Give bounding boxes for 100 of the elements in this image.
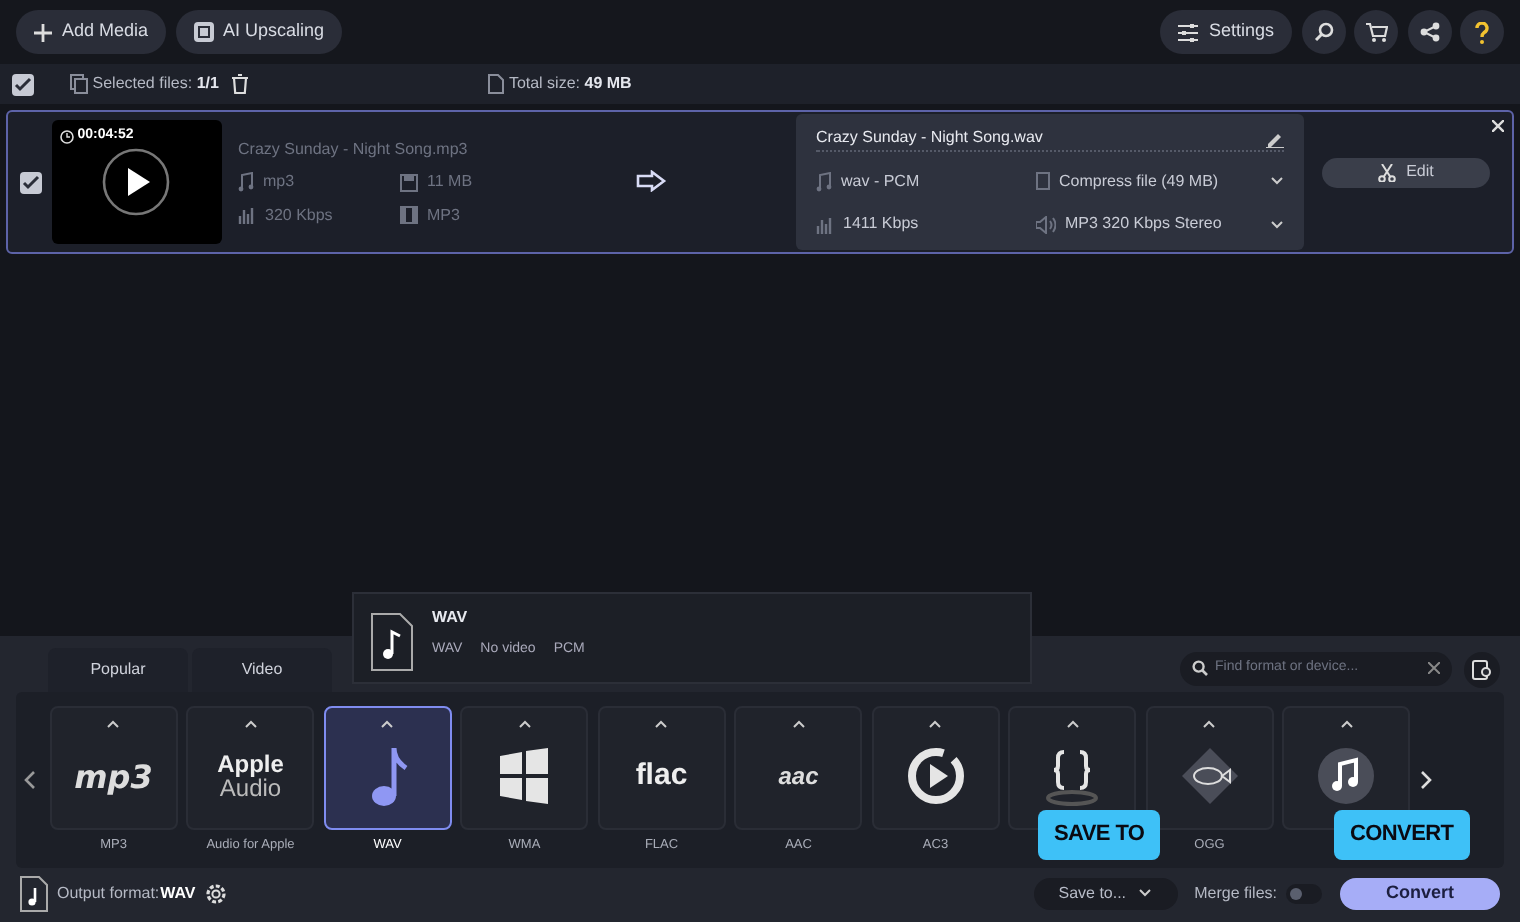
film-icon xyxy=(400,206,418,224)
format-tile[interactable] xyxy=(871,705,1000,830)
caret-up-icon xyxy=(654,720,669,729)
file-icon xyxy=(1036,172,1050,191)
chevron-icon xyxy=(1270,176,1284,187)
compress-dropdown[interactable]: Compress file (49 MB) xyxy=(1036,168,1284,195)
question-icon xyxy=(1474,21,1490,43)
caret-up-icon xyxy=(243,720,258,729)
source-file-name: Crazy Sunday - Night Song.mp3 xyxy=(238,137,470,161)
audio-file-icon xyxy=(370,612,414,672)
codec-text: MP3 xyxy=(427,203,460,227)
settings-button[interactable] xyxy=(204,881,229,906)
plus-icon xyxy=(34,23,52,41)
caret-up-icon xyxy=(1339,720,1354,729)
braces-icon xyxy=(1046,746,1099,807)
close-icon xyxy=(1492,120,1504,132)
convert-button[interactable]: Convert xyxy=(1340,877,1500,910)
logo-text: aac xyxy=(778,760,819,795)
format-tile[interactable] xyxy=(460,705,589,830)
bars-icon xyxy=(816,215,834,234)
add-media-button[interactable]: Add Media xyxy=(16,10,167,54)
gear-icon xyxy=(204,881,229,906)
play-button[interactable] xyxy=(102,148,170,216)
format-tile[interactable] xyxy=(1145,705,1274,830)
delete-button[interactable] xyxy=(232,74,249,94)
clear-icon xyxy=(1427,661,1439,674)
size-text: 11 MB xyxy=(427,170,473,194)
fish-icon xyxy=(1179,746,1240,807)
rename-button[interactable] xyxy=(1266,129,1284,147)
output-bitrate-text: 1411 Kbps xyxy=(843,212,919,237)
sliders-icon xyxy=(1178,23,1199,41)
selected-files-count: 1/1 xyxy=(196,72,219,96)
format-tile[interactable]: mp3 xyxy=(49,705,178,830)
settings-button[interactable]: Settings xyxy=(1160,10,1292,54)
next-button[interactable] xyxy=(1419,769,1432,790)
scissors-icon xyxy=(1378,163,1397,181)
edit-button[interactable]: Edit xyxy=(1322,157,1490,187)
check-icon xyxy=(12,73,34,95)
merge-files-label: Merge files: xyxy=(1194,881,1277,906)
caret-up-icon xyxy=(1065,720,1080,729)
search-button[interactable] xyxy=(1301,10,1345,54)
search-icon xyxy=(1313,22,1333,42)
speaker-icon xyxy=(1036,215,1056,234)
play-circle-icon xyxy=(102,148,170,216)
format-tile[interactable]: flac xyxy=(597,705,726,830)
device-icon xyxy=(1472,659,1492,680)
close-button[interactable] xyxy=(1492,120,1504,132)
logo-text: flac xyxy=(635,756,688,797)
music-note-icon xyxy=(367,744,408,809)
caret-up-icon xyxy=(928,720,943,729)
output-format-label: Output format: xyxy=(57,881,160,906)
floppy-icon xyxy=(400,173,418,191)
format-text: mp3 xyxy=(263,170,295,194)
output-format-value: WAV xyxy=(160,881,196,906)
pencil-icon xyxy=(1266,129,1284,147)
format-tile[interactable]: aac xyxy=(734,705,863,830)
share-button[interactable] xyxy=(1407,10,1451,54)
note-icon xyxy=(238,172,254,192)
select-all-checkbox[interactable] xyxy=(12,73,34,95)
check-icon xyxy=(20,171,42,193)
output-format-text: wav - PCM xyxy=(841,169,920,194)
merge-toggle[interactable] xyxy=(1286,883,1322,904)
hint-tooltip: CONVERT xyxy=(1334,810,1470,859)
file-checkbox[interactable] xyxy=(20,171,42,193)
device-button[interactable] xyxy=(1464,651,1500,688)
output-file-name: Crazy Sunday - Night Song.wav xyxy=(816,126,1043,150)
caret-up-icon xyxy=(106,720,121,729)
ai-upscaling-button[interactable]: AI Upscaling xyxy=(175,10,343,54)
cart-button[interactable] xyxy=(1354,10,1398,54)
chevron-icon xyxy=(1138,888,1153,899)
caret-up-icon xyxy=(791,720,806,729)
chip-icon xyxy=(193,22,214,42)
previous-button[interactable] xyxy=(24,769,36,790)
caret-up-icon xyxy=(1202,720,1217,729)
share-icon xyxy=(1419,22,1439,42)
format-tile[interactable]: Apple Audio xyxy=(186,705,315,830)
files-icon xyxy=(70,74,88,94)
format-tile[interactable] xyxy=(323,705,452,830)
total-size-value: 49 MB xyxy=(584,72,632,96)
category-tab[interactable]: Video xyxy=(192,647,332,692)
save-to-dropdown[interactable]: Save to... xyxy=(1033,877,1178,910)
play-ring-icon xyxy=(905,746,966,807)
total-size-label: Total size: xyxy=(508,72,581,96)
window-flag-icon xyxy=(496,748,553,805)
chevron-icon xyxy=(1270,219,1284,230)
hint-tooltip: SAVE TO xyxy=(1038,810,1161,859)
bitrate-text: 320 Kbps xyxy=(265,203,333,227)
note-icon xyxy=(816,171,832,192)
help-button[interactable] xyxy=(1460,10,1504,54)
caret-up-icon xyxy=(517,720,532,729)
category-tab[interactable]: Popular xyxy=(48,647,188,692)
format-title: WAV xyxy=(432,606,470,630)
audio-dropdown[interactable]: MP3 320 Kbps Stereo xyxy=(1036,211,1284,238)
audio-file-icon xyxy=(20,875,48,912)
trash-icon xyxy=(232,74,249,94)
music-circle-icon xyxy=(1318,748,1375,805)
chevron-left-icon xyxy=(24,769,36,790)
search-icon xyxy=(1191,660,1207,677)
document-icon xyxy=(488,74,505,94)
arrow-icon xyxy=(635,170,667,193)
